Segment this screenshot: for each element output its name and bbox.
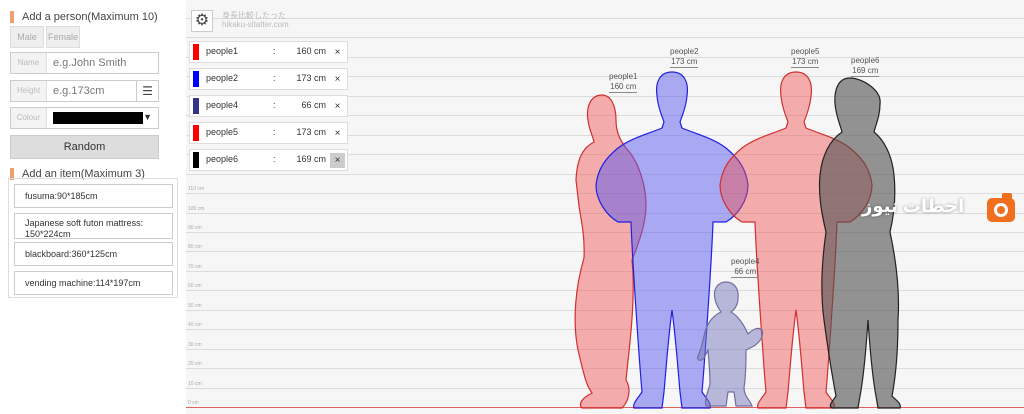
separator: : [273,46,276,56]
person-height: 169 cm [296,154,326,164]
item-fusuma[interactable]: fusuma:90*185cm [14,184,173,208]
list-item[interactable]: people2 : 173 cm × [189,68,348,90]
person-name: people4 [206,100,239,110]
person-height: 173 cm [296,73,326,83]
close-icon[interactable]: × [330,45,345,60]
colour-swatch[interactable] [53,112,143,124]
person-height: 160 cm [296,46,326,56]
separator: : [273,127,276,137]
colour-field[interactable]: Colour ▼ [10,107,159,129]
label-people5: people5 173 cm [791,47,820,68]
name-input[interactable] [53,55,143,71]
label-people2-height: 173 cm [670,57,699,68]
list-item[interactable]: people1 : 160 cm × [189,41,348,63]
label-people6-height: 169 cm [851,66,880,77]
comparison-canvas: 110 cm 100 cm 90 cm 80 cm 70 cm 60 cm 50 cm 40 … [186,0,1024,414]
list-icon[interactable]: ☰ [136,81,158,101]
camera-logo-icon [987,193,1015,222]
add-person-title: Add a person(Maximum 10) [10,11,158,23]
label-people6-name: people6 [851,56,880,65]
label-people6: people6 169 cm [851,56,880,77]
brand-title: 身長比較したった [222,11,286,20]
person-name: people2 [206,73,239,83]
watermark: احطات نيوز [862,190,1022,234]
item-vending-machine[interactable]: vending machine:114*197cm [14,271,173,295]
random-button[interactable]: Random [10,135,159,159]
label-people1-height: 160 cm [609,82,638,93]
person-name: people6 [206,154,239,164]
close-icon[interactable]: × [330,126,345,141]
name-field: Name [10,52,159,74]
item-blackboard[interactable]: blackboard:360*125cm [14,242,173,266]
colour-indicator [193,44,199,60]
label-people2-name: people2 [670,47,699,56]
label-people5-height: 173 cm [791,57,820,68]
separator: : [273,73,276,83]
label-people4-height: 66 cm [731,267,760,278]
height-label: Height [11,81,47,101]
colour-indicator [193,98,199,114]
close-icon[interactable]: × [330,153,345,168]
person-height: 173 cm [296,127,326,137]
label-people5-name: people5 [791,47,820,56]
site-brand: 身長比較したった hikaku-sitatter.com [222,11,289,29]
separator: : [273,100,276,110]
person-name: people1 [206,46,239,56]
chevron-down-icon[interactable]: ▼ [143,112,152,122]
close-icon[interactable]: × [330,72,345,87]
person-name: people5 [206,127,239,137]
colour-indicator [193,152,199,168]
list-item[interactable]: people5 : 173 cm × [189,122,348,144]
figure-people6 [818,77,901,409]
female-tab[interactable]: Female [46,26,80,48]
brand-url: hikaku-sitatter.com [222,20,289,29]
person-height: 66 cm [301,100,326,110]
list-item[interactable]: people6 : 169 cm × [189,149,348,171]
label-people1: people1 160 cm [609,72,638,93]
label-people1-name: people1 [609,72,638,81]
label-people4: people4 66 cm [731,257,760,278]
label-people2: people2 173 cm [670,47,699,68]
colour-indicator [193,125,199,141]
close-icon[interactable]: × [330,99,345,114]
left-panel: Add a person(Maximum 10) Male Female Nam… [0,0,178,414]
male-tab[interactable]: Male [10,26,44,48]
item-list: fusuma:90*185cm Japanese soft futon matt… [8,178,178,298]
height-field: Height ☰ [10,80,159,102]
colour-label: Colour [11,108,47,128]
gear-icon[interactable]: ⚙ [191,10,213,32]
separator: : [273,154,276,164]
label-people4-name: people4 [731,257,760,266]
name-label: Name [11,53,47,73]
item-futon[interactable]: Japanese soft futon mattress: 150*224cm [14,213,173,239]
height-input[interactable] [53,83,143,99]
watermark-text: احطات نيوز [862,196,965,216]
list-item[interactable]: people4 : 66 cm × [189,95,348,117]
colour-indicator [193,71,199,87]
